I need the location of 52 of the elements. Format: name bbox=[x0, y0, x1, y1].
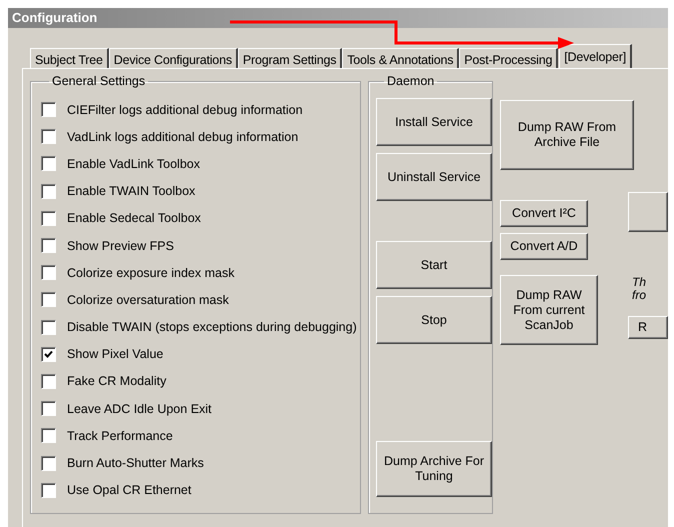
tab[interactable]: [Developer] bbox=[559, 44, 632, 68]
checkbox-label: Burn Auto-Shutter Marks bbox=[67, 456, 204, 470]
checkbox-label: VadLink logs additional debug information bbox=[67, 130, 298, 144]
dump-raw-button[interactable]: Dump RAW From Archive File bbox=[500, 100, 634, 170]
checkbox-label: Enable TWAIN Toolbox bbox=[67, 184, 196, 198]
group-title: General Settings bbox=[51, 74, 146, 88]
checkbox[interactable] bbox=[41, 102, 56, 118]
checkbox-label: CIEFilter logs additional debug information bbox=[67, 102, 303, 117]
service-button[interactable]: Stop bbox=[376, 296, 492, 344]
convert-button[interactable]: Convert I²C bbox=[500, 200, 588, 227]
dump-raw-button[interactable]: Dump RAW From current ScanJob bbox=[500, 275, 598, 345]
checkbox[interactable] bbox=[41, 129, 56, 144]
checkbox-label: Fake CR Modality bbox=[67, 374, 166, 388]
checkbox-label: Disable TWAIN (stops exceptions during debugging) bbox=[67, 320, 357, 334]
note-text: Th fro bbox=[632, 276, 648, 302]
tab[interactable]: Device Configurations bbox=[108, 48, 238, 68]
checkbox[interactable] bbox=[41, 346, 56, 362]
button[interactable]: R bbox=[628, 316, 668, 339]
service-button[interactable]: Install Service bbox=[376, 98, 492, 146]
checkbox[interactable] bbox=[41, 265, 56, 280]
window-title: Configuration bbox=[8, 8, 668, 28]
checkbox-label: Colorize exposure index mask bbox=[67, 266, 234, 280]
checkbox[interactable] bbox=[41, 156, 56, 172]
tab[interactable]: Tools & Annotations bbox=[342, 48, 460, 68]
checkbox-label: Enable Sedecal Toolbox bbox=[67, 211, 201, 226]
checkbox-label: Leave ADC Idle Upon Exit bbox=[67, 402, 212, 416]
service-button[interactable]: Uninstall Service bbox=[376, 153, 492, 201]
checkbox[interactable] bbox=[41, 456, 56, 471]
checkbox[interactable] bbox=[41, 374, 56, 389]
checkbox[interactable] bbox=[41, 184, 56, 199]
group-title: Daemon bbox=[386, 74, 436, 88]
checkbox-label: Show Pixel Value bbox=[67, 347, 164, 362]
check-icon bbox=[44, 350, 53, 359]
button[interactable] bbox=[628, 192, 668, 232]
checkbox-label: Colorize oversaturation mask bbox=[67, 292, 229, 307]
tab[interactable]: Program Settings bbox=[238, 48, 342, 68]
tab[interactable]: Subject Tree bbox=[30, 48, 109, 68]
checkbox[interactable] bbox=[41, 428, 56, 444]
checkbox[interactable] bbox=[41, 210, 56, 226]
checkbox[interactable] bbox=[41, 238, 56, 254]
checkbox-label: Enable VadLink Toolbox bbox=[67, 156, 200, 171]
convert-button[interactable]: Convert A/D bbox=[500, 233, 588, 260]
checkbox-label: Use Opal CR Ethernet bbox=[67, 483, 192, 498]
service-button[interactable]: Start bbox=[376, 241, 492, 289]
checkbox[interactable] bbox=[41, 292, 56, 308]
checkbox-label: Track Performance bbox=[67, 428, 173, 443]
checkbox[interactable] bbox=[41, 482, 56, 498]
tab[interactable]: Post-Processing bbox=[459, 48, 558, 68]
dump-archive-button[interactable]: Dump Archive For Tuning bbox=[376, 441, 492, 497]
checkbox[interactable] bbox=[41, 320, 56, 335]
checkbox[interactable] bbox=[41, 401, 56, 416]
checkbox-label: Show Preview FPS bbox=[67, 238, 174, 253]
